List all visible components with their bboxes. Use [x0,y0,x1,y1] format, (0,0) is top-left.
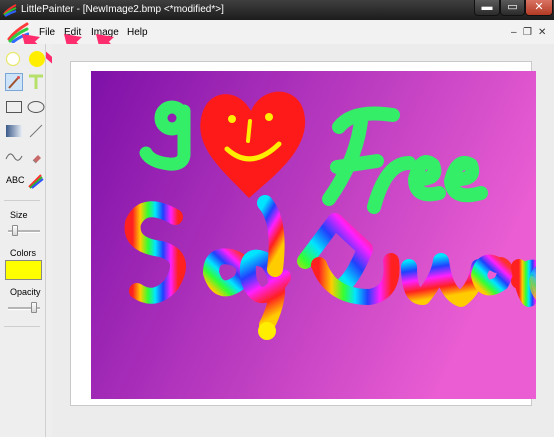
color-swatch[interactable] [5,260,42,280]
t-letter-icon [29,74,43,89]
primary-color-circle[interactable] [28,50,46,68]
toolbox-panel: ABC Size Colors Opacity [0,44,46,437]
image-page [70,61,536,406]
brush-tool[interactable] [5,73,23,91]
eraser-icon [32,155,41,164]
size-label: Size [10,210,28,220]
curve-icon [5,153,23,161]
opacity-slider[interactable] [8,301,40,315]
gradient-icon [6,125,22,137]
title-bar[interactable]: LittlePainter - [NewImage2.bmp <*modifie… [0,0,554,20]
maximize-button[interactable]: ▭ [500,0,525,16]
opacity-label: Opacity [10,287,41,297]
mdi-restore-button[interactable]: ❐ [523,27,532,38]
text-shape-tool[interactable] [27,73,45,91]
workspace [52,44,554,437]
drawing-canvas[interactable] [91,71,536,399]
app-window: LittlePainter - [NewImage2.bmp <*modifie… [0,0,554,437]
toolbox-divider [4,326,40,327]
eraser-tool[interactable] [27,148,45,166]
curve-tool[interactable] [5,148,23,166]
brush-icon [8,76,20,89]
line-icon [29,124,43,138]
rainbow-fill-icon [28,174,44,189]
minimize-button[interactable]: ▬ [474,0,500,16]
ellipse-icon [27,101,45,113]
secondary-color-circle[interactable] [5,51,21,67]
size-slider[interactable] [8,224,40,238]
toolbox-divider [4,200,40,201]
fill-tool[interactable] [27,172,45,190]
opacity-slider-thumb[interactable] [31,302,37,313]
mdi-minimize-button[interactable]: – [511,27,517,38]
text-tool[interactable]: ABC [6,175,25,185]
colors-label: Colors [10,248,37,258]
rectangle-tool[interactable] [5,98,23,116]
rectangle-icon [6,101,22,113]
close-button[interactable]: ✕ [525,0,553,16]
ellipse-tool[interactable] [27,98,45,116]
window-title: LittlePainter - [NewImage2.bmp <*modifie… [21,4,224,15]
app-logo-icon [3,4,17,17]
mdi-close-button[interactable]: ✕ [538,27,546,38]
gradient-tool[interactable] [5,122,23,140]
size-slider-thumb[interactable] [12,225,18,236]
line-tool[interactable] [27,122,45,140]
